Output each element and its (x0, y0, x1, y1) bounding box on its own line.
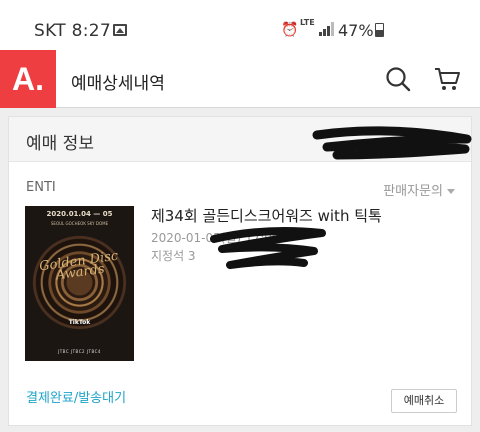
gallery-icon (113, 24, 127, 36)
card-header: 예매 정보 (9, 117, 472, 162)
seat-info: 지정석 3 (151, 249, 196, 263)
event-name[interactable]: 제34회 골든디스크어워즈 with 틱톡 (151, 205, 382, 226)
redaction-scribble (312, 126, 472, 160)
cancel-booking-button[interactable]: 예매취소 (391, 389, 457, 413)
genre-label: ENTI (26, 180, 56, 195)
battery-text: 47% (338, 21, 374, 40)
redaction-scribble (210, 227, 326, 269)
cart-icon[interactable] (433, 66, 461, 92)
signal-icon (319, 22, 334, 36)
poster-footer: JTBC JTBC2 JTBC4 (58, 349, 101, 354)
page-title: 예매상세내역 (71, 74, 165, 94)
seller-inquiry-dropdown[interactable]: 판매자문의 (383, 180, 455, 199)
card-title: 예매 정보 (26, 134, 94, 154)
status-carrier-time: SKT 8:27 (34, 21, 112, 41)
booking-info-card: 예매 정보 ENTI 판매자문의 2020.01.04 — 05 SEOUL G… (8, 116, 472, 426)
poster-sponsor: TikTok (68, 319, 91, 326)
search-icon[interactable] (385, 66, 411, 92)
chevron-down-icon (447, 189, 455, 194)
payment-status[interactable]: 결제완료/발송대기 (26, 387, 126, 406)
poster-date: 2020.01.04 — 05 (46, 210, 113, 218)
alarm-icon: ⏰ (281, 22, 299, 38)
battery-icon (375, 23, 384, 37)
poster-venue: SEOUL GOCHEOK SKY DOME (50, 221, 109, 226)
app-header: A. 예매상세내역 (0, 50, 480, 108)
lte-icon: LTE (300, 18, 315, 27)
status-bar: SKT 8:27 ⏰ LTE 47% (0, 0, 480, 50)
app-logo[interactable]: A. (0, 50, 56, 108)
event-poster[interactable]: 2020.01.04 — 05 SEOUL GOCHEOK SKY DOME G… (25, 206, 134, 361)
